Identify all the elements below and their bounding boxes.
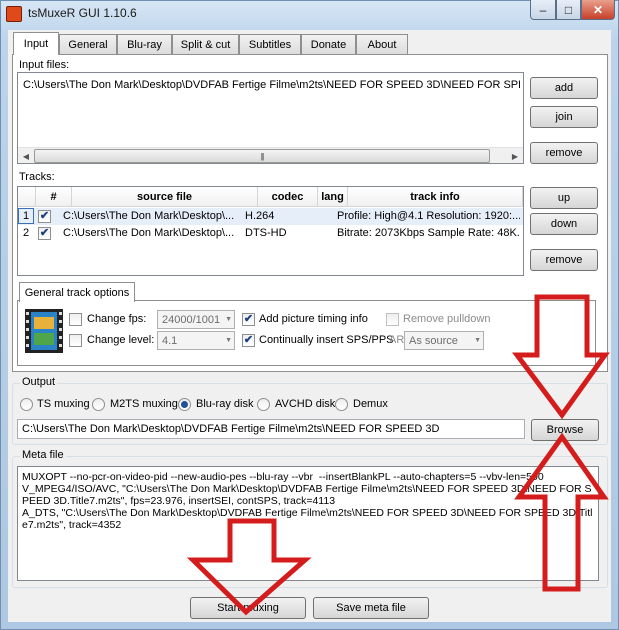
down-arrow-icon	[186, 518, 312, 616]
tab-general-track-options[interactable]: General track options	[19, 282, 135, 302]
annotation-overlay	[186, 294, 610, 616]
tab-input[interactable]: Input	[13, 32, 59, 55]
down-arrow-icon	[512, 294, 610, 420]
up-arrow-icon	[514, 432, 609, 592]
